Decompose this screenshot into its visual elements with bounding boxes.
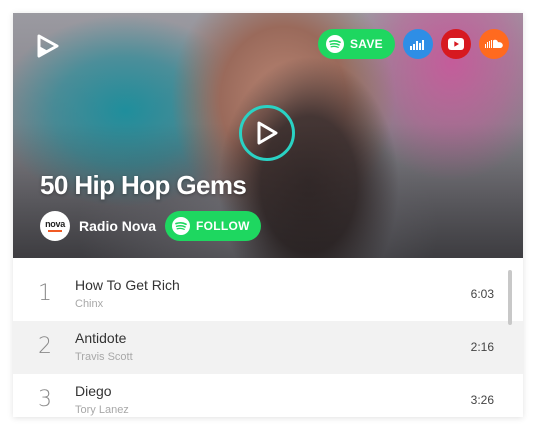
track-artist: Tory Lanez <box>75 404 129 416</box>
soundcloud-button[interactable] <box>479 29 509 59</box>
spotify-save-button[interactable]: SAVE <box>318 29 395 59</box>
track-row[interactable]: 3 Diego Tory Lanez 3:26 <box>13 374 523 417</box>
playlist-cover: SAVE 50 Hip Hop Gems nova Radio Nova FOL… <box>13 13 523 258</box>
soundcloud-icon <box>485 39 503 48</box>
track-title: How To Get Rich <box>75 277 180 293</box>
track-row[interactable]: 2 Antidote Travis Scott 2:16 <box>13 321 523 374</box>
owner-name[interactable]: Radio Nova <box>79 218 156 234</box>
play-button[interactable] <box>239 105 295 161</box>
playlist-widget: SAVE 50 Hip Hop Gems nova Radio Nova FOL… <box>13 13 523 417</box>
spotify-follow-button[interactable]: FOLLOW <box>165 211 261 241</box>
hero-actions: SAVE <box>318 29 509 59</box>
youtube-button[interactable] <box>441 29 471 59</box>
scrollbar[interactable] <box>508 270 512 325</box>
play-logo-icon[interactable] <box>37 34 59 58</box>
track-number: 3 <box>38 387 52 412</box>
save-label: SAVE <box>350 37 383 51</box>
track-title: Antidote <box>75 330 127 346</box>
track-list: 1 How To Get Rich Chinx 6:03 2 Antidote … <box>13 268 523 417</box>
owner-logo-text: nova <box>45 219 65 229</box>
youtube-icon <box>448 38 464 50</box>
deezer-icon <box>410 40 424 50</box>
owner-avatar[interactable]: nova <box>40 211 70 241</box>
track-artist: Chinx <box>75 298 104 310</box>
spotify-icon <box>172 217 191 235</box>
track-duration: 2:16 <box>470 340 494 354</box>
track-duration: 3:26 <box>470 393 494 407</box>
track-artist: Travis Scott <box>75 351 133 363</box>
spotify-icon <box>326 35 344 53</box>
follow-label: FOLLOW <box>196 219 250 233</box>
track-number: 2 <box>38 334 52 359</box>
play-icon <box>257 121 278 145</box>
track-row[interactable]: 1 How To Get Rich Chinx 6:03 <box>13 268 523 321</box>
playlist-title: 50 Hip Hop Gems <box>40 170 247 200</box>
owner-row: nova Radio Nova FOLLOW <box>40 211 261 241</box>
track-title: Diego <box>75 383 112 399</box>
deezer-button[interactable] <box>403 29 433 59</box>
track-duration: 6:03 <box>470 287 494 301</box>
track-number: 1 <box>38 281 52 306</box>
